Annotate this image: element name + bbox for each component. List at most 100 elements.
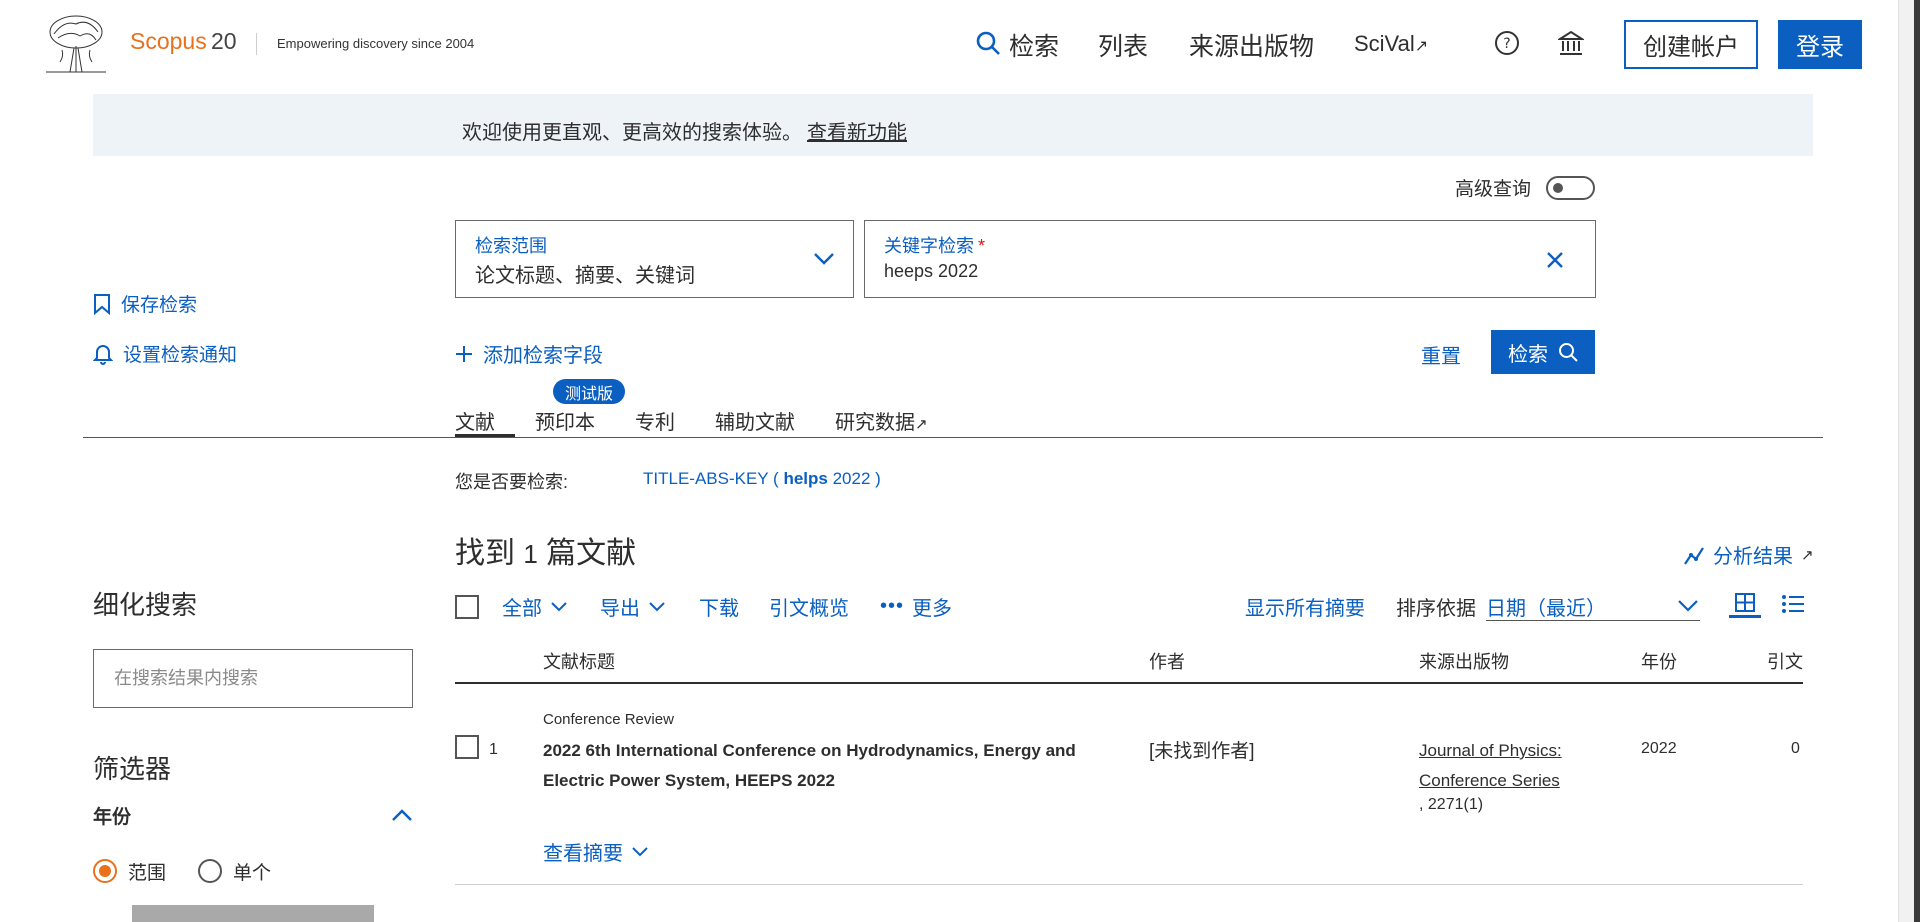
brand-name[interactable]: Scopus: [130, 28, 207, 55]
did-you-mean-prefix: TITLE-ABS-KEY (: [643, 469, 779, 488]
download-button[interactable]: 下载: [699, 592, 739, 621]
year-histogram-bar: [132, 905, 374, 922]
keyword-search-input[interactable]: heeps 2022: [884, 261, 978, 282]
table-view-button[interactable]: [1729, 592, 1761, 618]
institution-icon[interactable]: [1558, 30, 1584, 56]
did-you-mean-label: 您是否要检索:: [455, 472, 569, 492]
reset-button[interactable]: 重置: [1421, 340, 1461, 369]
column-authors[interactable]: 作者: [1149, 648, 1185, 674]
year-range-radio[interactable]: [93, 859, 117, 883]
results-count-heading: 找到 1 篇文献: [455, 528, 636, 572]
tab-preprints[interactable]: 预印本: [535, 406, 595, 435]
save-search-link[interactable]: 保存检索: [93, 290, 197, 317]
did-you-mean-term: helps: [783, 469, 828, 488]
search-button-label: 检索: [1508, 343, 1548, 366]
view-abstract-button[interactable]: 查看摘要: [543, 837, 649, 866]
document-title-link[interactable]: 2022 6th International Conference on Hyd…: [543, 736, 1083, 796]
banner-whats-new-link[interactable]: 查看新功能: [807, 116, 907, 145]
results-found-prefix: 找到: [455, 537, 515, 570]
document-type: Conference Review: [543, 711, 674, 728]
tab-secondary-documents[interactable]: 辅助文献: [715, 406, 795, 435]
svg-text:?: ?: [1503, 36, 1510, 52]
external-link-icon: ↗: [1414, 38, 1429, 55]
more-label: 更多: [912, 598, 953, 620]
create-account-button[interactable]: 创建帐户: [1624, 20, 1758, 69]
set-alert-label: 设置检索通知: [123, 345, 238, 366]
external-link-icon: ↗: [915, 416, 928, 433]
results-count: 1: [523, 539, 538, 569]
search-scope-label: 检索范围: [475, 236, 547, 256]
year-range-label: 范围: [128, 863, 167, 884]
document-source-link[interactable]: Journal of Physics: Conference Series: [1419, 736, 1589, 796]
advanced-query-toggle[interactable]: [1546, 176, 1595, 200]
did-you-mean-query-link[interactable]: TITLE-ABS-KEY ( helps 2022 ): [643, 469, 881, 489]
keyword-search-label-text: 关键字检索: [884, 236, 974, 256]
tab-research-data[interactable]: 研究数据↗: [835, 406, 928, 435]
column-title[interactable]: 文献标题: [543, 648, 615, 674]
bookmark-icon: [94, 293, 110, 315]
plus-icon: [456, 345, 472, 362]
more-button[interactable]: ••• 更多: [880, 592, 952, 621]
refine-search-title: 细化搜索: [93, 590, 198, 620]
tabs-divider: [83, 437, 1823, 438]
search-icon: [976, 31, 1000, 55]
column-source[interactable]: 来源出版物: [1419, 648, 1509, 674]
chevron-up-icon[interactable]: [390, 806, 414, 824]
view-abstract-label: 查看摘要: [543, 843, 623, 865]
more-dots-icon: •••: [880, 595, 905, 617]
tab-patents[interactable]: 专利: [635, 406, 675, 435]
advanced-query-label: 高级查询: [1455, 179, 1532, 200]
brand-suffix: 20: [211, 28, 237, 54]
external-link-icon: ↗: [1801, 546, 1814, 564]
nav-scival[interactable]: SciVal↗: [1354, 31, 1428, 57]
select-all-dropdown[interactable]: 全部: [502, 592, 568, 621]
select-all-label: 全部: [502, 598, 542, 620]
filters-title: 筛选器: [93, 754, 172, 784]
keyword-search-label: 关键字检索 *: [884, 232, 985, 258]
nav-search[interactable]: 检索: [1009, 27, 1059, 63]
column-year[interactable]: 年份: [1641, 648, 1677, 674]
list-view-icon[interactable]: [1781, 594, 1805, 614]
set-alert-link[interactable]: 设置检索通知: [93, 340, 237, 367]
year-single-label: 单个: [233, 863, 272, 884]
refine-search-input[interactable]: [93, 649, 413, 708]
search-button[interactable]: 检索: [1491, 330, 1595, 374]
document-volume: , 2271(1): [1419, 796, 1484, 813]
help-icon[interactable]: ?: [1494, 30, 1520, 56]
document-citations[interactable]: 0: [1791, 740, 1800, 758]
column-citations[interactable]: 引文: [1767, 648, 1803, 674]
year-filter-label[interactable]: 年份: [93, 802, 131, 829]
clear-icon[interactable]: [1543, 248, 1567, 272]
nav-scival-label: SciVal: [1354, 31, 1415, 56]
add-search-field-label: 添加检索字段: [483, 345, 603, 367]
elsevier-tree-logo: [46, 15, 106, 73]
chevron-down-icon: [814, 253, 834, 265]
year-single-radio[interactable]: [198, 859, 222, 883]
tab-research-data-label: 研究数据: [835, 412, 915, 434]
save-search-label: 保存检索: [121, 295, 198, 316]
did-you-mean-suffix: 2022 ): [832, 469, 881, 488]
row-divider: [455, 884, 1803, 885]
welcome-banner: [93, 94, 1813, 156]
analyze-results-link[interactable]: 分析结果 ↗: [1683, 540, 1814, 569]
login-button[interactable]: 登录: [1778, 20, 1862, 69]
row-checkbox[interactable]: [455, 735, 479, 759]
analyze-results-label: 分析结果: [1713, 546, 1793, 568]
citation-overview-button[interactable]: 引文概览: [769, 592, 849, 621]
row-number: 1: [489, 741, 498, 758]
search-scope-value: 论文标题、摘要、关键词: [475, 265, 695, 287]
brand-divider: [256, 33, 257, 55]
nav-sources[interactable]: 来源出版物: [1189, 27, 1314, 63]
document-year: 2022: [1641, 740, 1677, 757]
grid-view-icon: [1735, 593, 1755, 612]
add-search-field-button[interactable]: 添加检索字段: [455, 339, 603, 368]
show-all-abstracts-button[interactable]: 显示所有摘要: [1245, 592, 1365, 621]
select-all-checkbox[interactable]: [455, 595, 479, 619]
export-dropdown[interactable]: 导出: [600, 592, 666, 621]
nav-lists[interactable]: 列表: [1098, 27, 1148, 63]
chevron-down-icon: [1678, 600, 1698, 612]
sort-by-label: 排序依据: [1396, 598, 1476, 620]
tab-documents[interactable]: 文献: [455, 406, 495, 435]
document-authors: [未找到作者]: [1149, 741, 1255, 762]
chevron-down-icon: [649, 601, 665, 611]
